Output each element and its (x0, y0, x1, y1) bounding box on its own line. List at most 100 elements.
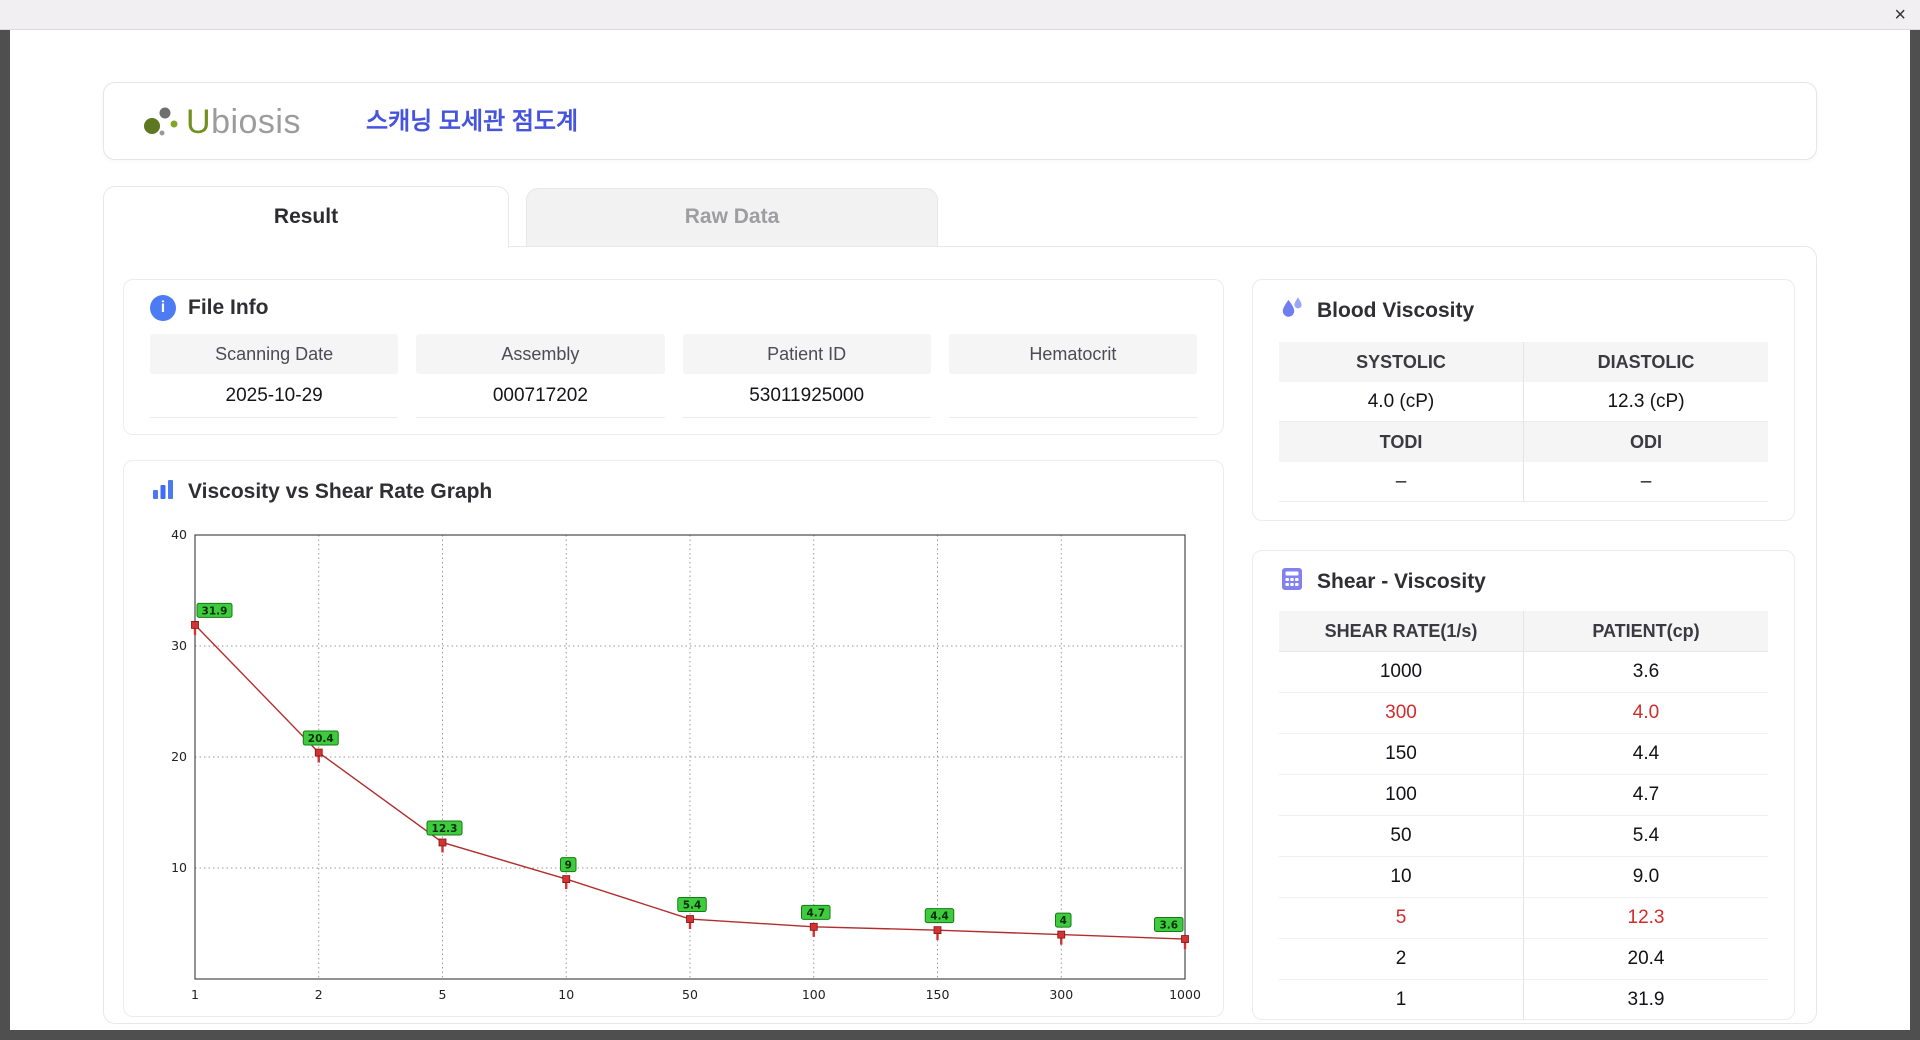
patient-cell: 4.7 (1523, 775, 1768, 815)
blood-viscosity-header: Blood Viscosity (1253, 280, 1794, 336)
file-info-title: File Info (188, 296, 269, 319)
logo-text: Ubiosis (186, 102, 301, 141)
field-label: Assembly (416, 334, 665, 374)
svg-text:1: 1 (191, 987, 199, 1002)
svg-text:100: 100 (802, 987, 826, 1002)
app-header: Ubiosis 스캐닝 모세관 점도계 (103, 82, 1817, 160)
close-icon[interactable]: × (1894, 1, 1906, 29)
graph-title: Viscosity vs Shear Rate Graph (188, 480, 493, 503)
patient-cell: 20.4 (1523, 939, 1768, 979)
svg-text:4.7: 4.7 (806, 907, 825, 919)
viscosity-graph-card: Viscosity vs Shear Rate Graph 10 20 30 40 1 2… (123, 460, 1224, 1017)
patient-cell: 4.4 (1523, 734, 1768, 774)
blood-viscosity-table: SYSTOLIC DIASTOLIC 4.0 (cP) 12.3 (cP) TO… (1279, 342, 1768, 502)
table-icon (1279, 566, 1305, 598)
svg-text:300: 300 (1049, 987, 1073, 1002)
diastolic-header: DIASTOLIC (1523, 342, 1768, 382)
table-row: SYSTOLIC DIASTOLIC (1279, 342, 1768, 382)
svg-text:5.4: 5.4 (683, 900, 702, 912)
svg-text:150: 150 (926, 987, 950, 1002)
todi-header: TODI (1279, 422, 1523, 462)
graph-header: Viscosity vs Shear Rate Graph (124, 461, 1223, 517)
field-scanning-date: Scanning Date 2025-10-29 (150, 334, 399, 418)
patient-cell: 3.6 (1523, 652, 1768, 692)
tab-raw-data[interactable]: Raw Data (526, 188, 938, 246)
shear-rate-cell: 1000 (1379, 661, 1423, 682)
table-row: 50 5.4 (1279, 816, 1768, 857)
systolic-header: SYSTOLIC (1279, 342, 1523, 382)
field-value: 2025-10-29 (150, 374, 399, 418)
svg-text:12.3: 12.3 (432, 823, 458, 835)
patient-cell: 31.9 (1523, 980, 1768, 1020)
shear-rate-cell: 10 (1390, 866, 1412, 887)
shear-viscosity-title: Shear - Viscosity (1317, 570, 1486, 593)
shear-rate-cell: 150 (1385, 743, 1417, 764)
shear-viscosity-card: Shear - Viscosity SHEAR RATE(1/s) PATIEN… (1252, 550, 1795, 1020)
blood-viscosity-card: Blood Viscosity SYSTOLIC DIASTOLIC 4.0 (… (1252, 279, 1795, 521)
todi-value: – (1279, 462, 1523, 502)
svg-text:10: 10 (171, 860, 187, 875)
svg-text:10: 10 (558, 987, 574, 1002)
window-titlebar: × (0, 0, 1920, 30)
svg-text:4: 4 (1060, 915, 1067, 927)
svg-text:31.9: 31.9 (202, 605, 228, 617)
svg-text:5: 5 (439, 987, 447, 1002)
odi-header: ODI (1523, 422, 1768, 462)
table-row: 1000 3.6 (1279, 652, 1768, 693)
shear-rate-cell: 2 (1395, 948, 1407, 969)
patient-cell: 5.4 (1523, 816, 1768, 856)
odi-value: – (1523, 462, 1768, 502)
shear-viscosity-table: SHEAR RATE(1/s) PATIENT(cp) 1000 3.6 300… (1279, 611, 1768, 1020)
table-header-row: SHEAR RATE(1/s) PATIENT(cp) (1279, 611, 1768, 652)
ubiosis-logo-icon (140, 98, 182, 147)
table-row: 300 4.0 (1279, 693, 1768, 734)
app-window: Ubiosis 스캐닝 모세관 점도계 Result Raw Data i Fi… (10, 30, 1910, 1030)
svg-text:9: 9 (565, 860, 572, 872)
svg-text:20.4: 20.4 (308, 733, 334, 745)
systolic-value: 4.0 (cP) (1279, 382, 1523, 422)
blood-viscosity-title: Blood Viscosity (1317, 299, 1475, 322)
file-info-fields: Scanning Date 2025-10-29 Assembly 000717… (124, 330, 1223, 418)
field-value (948, 374, 1197, 418)
shear-viscosity-header: Shear - Viscosity (1253, 551, 1794, 607)
field-value: 53011925000 (682, 374, 931, 418)
tab-result[interactable]: Result (103, 186, 509, 248)
ubiosis-logo: Ubiosis (140, 83, 301, 161)
viscosity-chart: 10 20 30 40 1 2 5 10 50 100 150 300 1000 31.9 20.4 12.3… (140, 521, 1220, 1018)
table-row: 5 12.3 (1279, 898, 1768, 939)
table-row: 10 9.0 (1279, 857, 1768, 898)
patient-cell: 4.0 (1523, 693, 1768, 733)
svg-text:20: 20 (171, 749, 187, 764)
shear-rate-cell: 50 (1390, 825, 1412, 846)
field-patient-id: Patient ID 53011925000 (682, 334, 931, 418)
table-row: TODI ODI (1279, 422, 1768, 462)
svg-text:1000: 1000 (1169, 987, 1201, 1002)
field-label: Patient ID (682, 334, 931, 374)
patient-cell: 9.0 (1523, 857, 1768, 897)
field-assembly: Assembly 000717202 (416, 334, 665, 418)
file-info-card: i File Info Scanning Date 2025-10-29 Ass… (123, 279, 1224, 435)
result-panel: i File Info Scanning Date 2025-10-29 Ass… (103, 246, 1817, 1024)
droplet-icon (1279, 295, 1305, 327)
table-row: 4.0 (cP) 12.3 (cP) (1279, 382, 1768, 422)
table-row: 2 20.4 (1279, 939, 1768, 980)
page-title: 스캐닝 모세관 점도계 (366, 108, 579, 135)
svg-text:50: 50 (682, 987, 698, 1002)
svg-text:30: 30 (171, 638, 187, 653)
file-info-header: i File Info (124, 280, 1223, 330)
svg-text:2: 2 (315, 987, 323, 1002)
shear-rate-cell: 1 (1395, 989, 1407, 1010)
table-row: 100 4.7 (1279, 775, 1768, 816)
field-label: Scanning Date (150, 334, 399, 374)
shear-rate-cell: 100 (1385, 784, 1417, 805)
svg-text:40: 40 (171, 527, 187, 542)
field-label: Hematocrit (948, 334, 1197, 374)
field-value: 000717202 (416, 374, 665, 418)
table-row: 150 4.4 (1279, 734, 1768, 775)
svg-text:4.4: 4.4 (930, 911, 949, 923)
shear-rate-column-header: SHEAR RATE(1/s) (1324, 621, 1478, 641)
patient-column-header: PATIENT(cp) (1523, 611, 1768, 651)
field-hematocrit: Hematocrit (948, 334, 1197, 418)
shear-rate-cell: 300 (1385, 702, 1417, 723)
info-icon: i (150, 295, 176, 321)
